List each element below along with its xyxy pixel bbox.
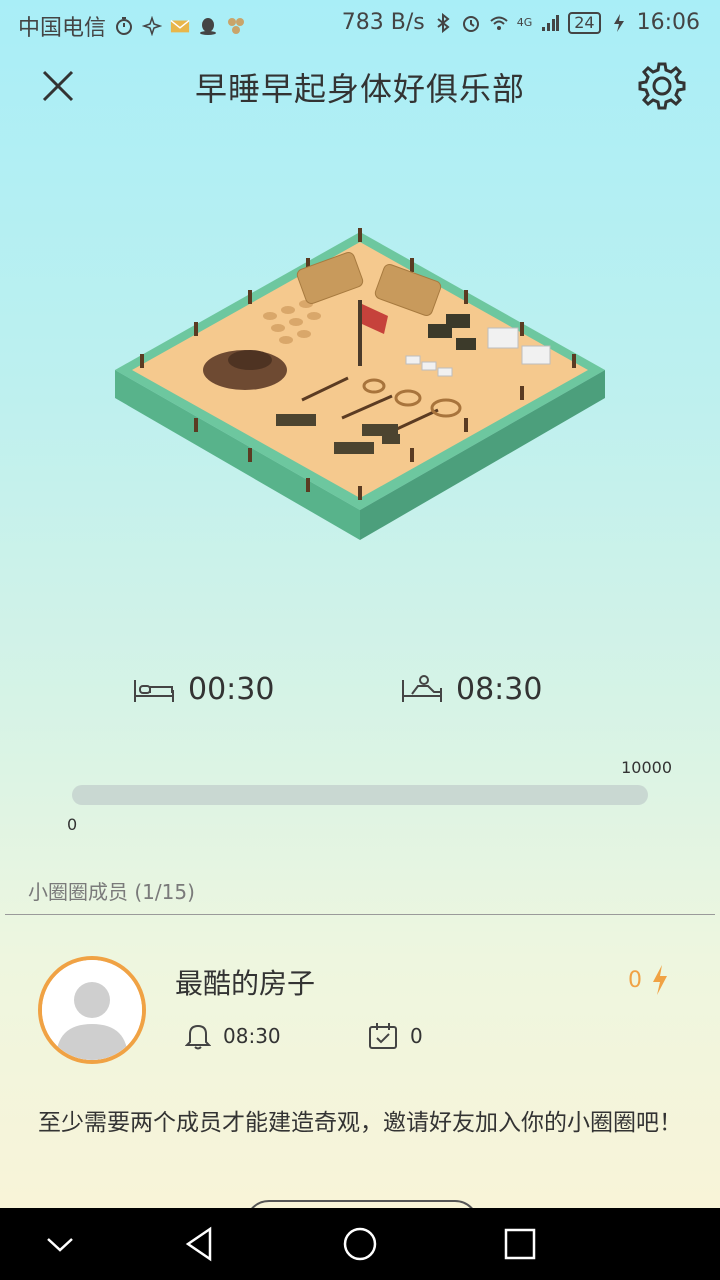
mail-icon [170,20,190,33]
bluetooth-icon [437,12,450,33]
bed-time-value: 00:30 [188,672,275,707]
bed-icon [134,679,174,702]
chevron-down-icon[interactable] [40,1224,80,1264]
alarm-icon [462,15,479,32]
member-checkin-count: 0 [410,1024,423,1048]
calendar-check-icon [369,1023,397,1049]
progress-max-label: 10000 [621,758,672,777]
close-icon[interactable] [36,64,80,108]
navigation-bar [0,1208,720,1280]
qq-icon [200,18,217,35]
bed-time: 00:30 [132,672,274,707]
lightning-icon [653,965,667,995]
home-icon[interactable] [340,1224,380,1264]
bell-icon [185,1024,211,1050]
energy-count: 0 [628,967,642,993]
recent-apps-icon[interactable] [500,1224,540,1264]
gear-icon[interactable] [636,60,688,112]
avatar[interactable] [38,956,146,1064]
progress-min-label: 0 [67,815,78,834]
network-speed: 783 B/s [341,10,425,35]
divider [5,914,715,915]
user-silhouette-icon [42,960,142,1060]
members-section-label: 小圈圈成员 (1/15) [28,880,195,904]
header: 早睡早起身体好俱乐部 [0,50,720,122]
app-icon [228,18,245,34]
member-name: 最酷的房子 [175,967,316,1000]
member-alarm: 08:30 [185,1022,281,1050]
progress-bar [72,785,648,805]
battery-indicator: 24 [568,11,601,34]
charging-icon [613,13,624,32]
network-type: 4G [516,16,533,29]
status-bar: 中国电信 783 B/s 4G 24 16:06 [0,0,720,50]
clock: 16:06 [636,10,700,35]
carrier-label: 中国电信 [18,16,107,41]
signal-icon [542,14,560,31]
wake-time-value: 08:30 [456,672,543,707]
member-alarm-time: 08:30 [223,1024,281,1048]
stopwatch-icon [116,17,133,35]
page-title: 早睡早起身体好俱乐部 [194,70,525,108]
member-energy: 0 [628,964,670,996]
wake-time: 08:30 [400,672,542,707]
invite-message: 至少需要两个成员才能建造奇观，邀请好友加入你的小圈圈吧！ [38,1110,682,1136]
member-checkins: 0 [368,1022,423,1050]
sleep-times: 00:30 08:30 [0,672,720,722]
construction-site-illustration [115,228,605,540]
sparkle-icon [142,16,163,36]
back-icon[interactable] [180,1224,220,1264]
wifi-icon [490,16,508,30]
wake-up-icon [402,674,442,702]
